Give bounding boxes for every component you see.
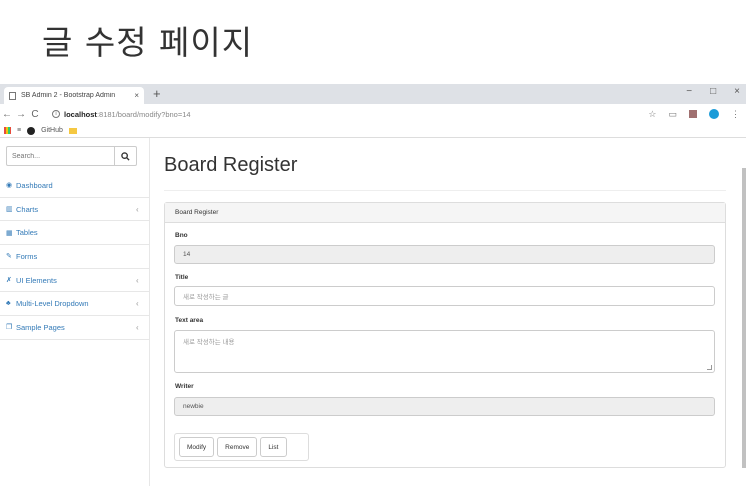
url-path: :8181/board/modify?bno=14 [96,109,191,119]
text-area-label: Text area [175,317,204,324]
panel-heading: Board Register [165,203,725,223]
sidebar-item-label: Sample Pages [16,322,65,332]
page-title: Board Register [164,154,298,176]
minimize-button[interactable]: − [686,86,692,97]
reload-icon[interactable]: C [28,109,42,120]
tab-title: SB Admin 2 - Bootstrap Admin [21,92,116,99]
menu-kebab-icon[interactable]: ⋮ [731,109,740,120]
page-content: ◉ Dashboard ▥ Charts ‹ ▦ Tables ✎ Forms [0,138,746,486]
modify-button[interactable]: Modify [179,437,215,457]
search-icon [121,151,130,161]
tab-bar: SB Admin 2 - Bootstrap Admin × + − □ × [0,84,746,104]
close-window-button[interactable]: × [734,86,740,97]
slide-title: 글 수정 페이지 [42,23,254,62]
sidebar-item-dashboard[interactable]: ◉ Dashboard [0,174,150,198]
sidebar: ◉ Dashboard ▥ Charts ‹ ▦ Tables ✎ Forms [0,138,150,486]
remove-button[interactable]: Remove [217,437,258,457]
tab-close-icon[interactable]: × [134,91,139,100]
table-icon: ▦ [6,229,13,237]
bno-label: Bno [175,232,188,239]
folder-icon[interactable] [68,127,77,134]
toolbar-right: ☆ ▭ ⋮ [648,109,746,120]
register-panel: Board Register Bno 14 Title 새로 작성하는 글 Te… [164,202,726,468]
dashboard-icon: ◉ [6,182,13,190]
url-host: localhost [64,109,97,119]
sidebar-item-ui-elements[interactable]: ✗ UI Elements ‹ [0,269,150,293]
maximize-button[interactable]: □ [710,86,716,97]
info-icon[interactable]: i [52,110,60,118]
text-area-field[interactable]: 새로 작성하는 내용 [174,330,715,373]
profile-avatar-icon[interactable] [709,109,719,119]
search-button[interactable] [115,146,137,166]
back-icon[interactable]: ← [0,109,14,120]
text-area-value: 새로 작성하는 내용 [183,339,235,346]
sidebar-item-sample-pages[interactable]: ❐ Sample Pages ‹ [0,316,150,340]
github-bookmark[interactable]: GitHub [41,127,63,134]
window-controls: − □ × [686,86,740,97]
writer-label: Writer [175,383,194,390]
bookmarks-bar: ≡ GitHub [0,124,746,138]
sidebar-item-label: Tables [16,228,38,238]
browser-tab[interactable]: SB Admin 2 - Bootstrap Admin × [4,87,144,104]
sidebar-item-label: UI Elements [16,275,57,285]
sidebar-item-label: Dashboard [16,180,53,190]
sidebar-item-charts[interactable]: ▥ Charts ‹ [0,198,150,222]
chevron-left-icon: ‹ [136,322,139,332]
page-scrollbar[interactable] [742,168,746,468]
sidebar-search [6,146,137,166]
github-icon[interactable] [27,126,36,135]
search-input[interactable] [6,146,115,166]
sidebar-item-tables[interactable]: ▦ Tables [0,221,150,246]
extension-square-icon[interactable] [689,110,697,118]
sidebar-item-label: Multi-Level Dropdown [16,299,89,309]
url-field[interactable]: i localhost :8181/board/modify?bno=14 [52,110,191,119]
bar-chart-icon: ▥ [6,206,13,214]
browser-window: SB Admin 2 - Bootstrap Admin × + − □ × ←… [0,84,746,486]
edit-icon: ✎ [6,253,12,261]
forward-icon[interactable]: → [14,109,28,120]
wrench-icon: ✗ [6,277,12,285]
page-icon [9,91,16,100]
files-icon: ❐ [6,324,13,332]
extension-icon[interactable]: ▭ [668,109,677,120]
chevron-left-icon: ‹ [136,299,139,309]
main-content: Board Register Board Register Bno 14 Tit… [164,138,726,486]
header-divider [164,190,726,191]
apps-icon[interactable] [4,127,11,134]
address-bar: ← → C i localhost :8181/board/modify?bno… [0,104,746,124]
chevron-left-icon: ‹ [136,275,139,285]
chevron-left-icon: ‹ [136,204,139,214]
bno-field: 14 [174,245,715,264]
sidebar-item-forms[interactable]: ✎ Forms [0,245,150,269]
sidebar-menu: ◉ Dashboard ▥ Charts ‹ ▦ Tables ✎ Forms [0,174,150,340]
resize-handle-icon[interactable] [707,365,712,370]
sidebar-item-multi-level-dropdown[interactable]: ♣ Multi-Level Dropdown ‹ [0,292,150,317]
action-button-group: Modify Remove List [174,433,309,461]
bookmark-divider-icon: ≡ [17,127,22,134]
sitemap-icon: ♣ [6,300,11,308]
title-input[interactable]: 새로 작성하는 글 [174,286,715,306]
list-button[interactable]: List [260,437,287,457]
sidebar-item-label: Forms [16,251,38,261]
sidebar-item-label: Charts [16,204,39,214]
bookmark-star-icon[interactable]: ☆ [648,109,656,120]
writer-field: newbie [174,397,715,416]
new-tab-button[interactable]: + [153,86,161,101]
title-label: Title [175,274,189,281]
